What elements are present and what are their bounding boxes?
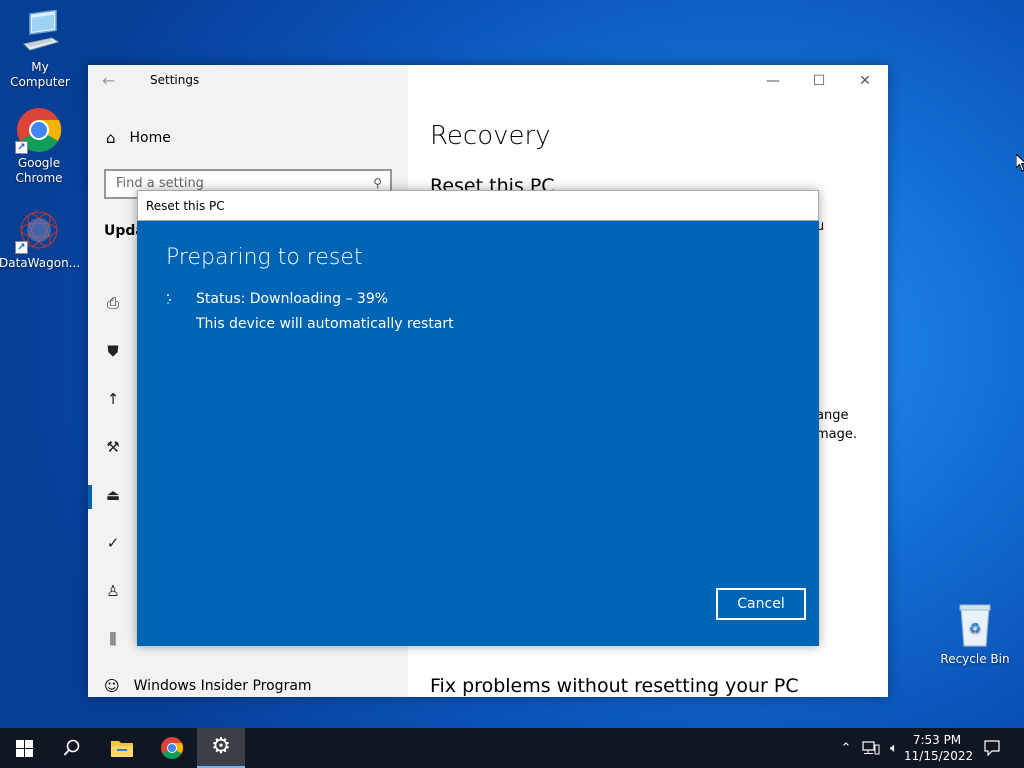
restart-note: This device will automatically restart (196, 316, 454, 332)
content-text-fragment: mage. (816, 427, 858, 442)
recycle-bin-icon: ♻ (951, 602, 999, 650)
backup-icon[interactable]: ↑ (104, 390, 122, 408)
nav-home[interactable]: ⌂ Home (106, 129, 171, 147)
troubleshoot-icon[interactable]: ⚒ (104, 438, 122, 456)
nav-item-windows-insider[interactable]: ☺ Windows Insider Program (104, 677, 312, 695)
settings-titlebar[interactable]: ← Settings (88, 65, 408, 97)
nav-active-indicator (88, 485, 92, 509)
dialog-titlebar[interactable]: Reset this PC (137, 190, 819, 221)
desktop-icon-recycle-bin[interactable]: ♻ Recycle Bin (935, 602, 1015, 667)
network-icon[interactable] (859, 728, 883, 768)
delivery-optimization-icon[interactable]: ⎙ (104, 294, 122, 312)
clock-date: 11/15/2022 (904, 749, 974, 763)
desktop-icon-label: Recycle Bin (940, 652, 1010, 666)
dialog-heading: Preparing to reset (166, 245, 363, 270)
for-developers-icon[interactable]: ⫼ (104, 630, 122, 648)
taskbar-settings[interactable]: ⚙ (197, 728, 245, 768)
content-text-fragment: ange (816, 408, 849, 423)
svg-text:♻: ♻ (969, 621, 982, 637)
dialog-body: Preparing to reset Status: Downloading –… (137, 221, 819, 646)
clock[interactable]: 7:53 PM 11/15/2022 (904, 732, 974, 764)
computer-icon (16, 9, 64, 58)
home-icon: ⌂ (106, 129, 116, 147)
shortcut-arrow-icon: ↗ (15, 241, 28, 254)
windows-security-icon[interactable]: ⛊ (104, 342, 122, 360)
desktop-icon-my-computer[interactable]: My Computer (0, 9, 80, 90)
windows-logo-icon (15, 739, 33, 757)
reset-pc-dialog: Reset this PC Preparing to reset Status:… (137, 190, 819, 646)
desktop-icon-label: My Computer (10, 60, 70, 89)
desktop-icon-datawagon[interactable]: ↗ DataWagon... (0, 206, 81, 271)
desktop-icon-label: DataWagon... (0, 256, 81, 270)
nav-home-label: Home (129, 130, 171, 146)
notification-center-icon[interactable] (978, 728, 1006, 768)
nav-item-label: Windows Insider Program (133, 678, 312, 694)
minimize-button[interactable]: — (750, 65, 796, 97)
chrome-icon (161, 737, 184, 759)
find-my-device-icon[interactable]: ♙ (104, 582, 122, 600)
volume-icon[interactable]: 🔈︎ (883, 728, 905, 768)
activation-icon[interactable]: ✓ (104, 534, 122, 552)
taskbar-chrome[interactable] (148, 728, 196, 768)
datawagon-icon: ↗ (15, 206, 63, 254)
gear-icon: ⚙ (211, 734, 231, 759)
maximize-button[interactable]: ☐ (796, 65, 842, 97)
folder-icon (111, 741, 133, 757)
close-button[interactable]: ✕ (842, 65, 888, 97)
fix-problems-heading: Fix problems without resetting your PC (430, 675, 799, 697)
clock-time: 7:53 PM (912, 733, 962, 747)
desktop-icon-google-chrome[interactable]: ↗ Google Chrome (0, 106, 79, 186)
cancel-button[interactable]: Cancel (716, 588, 806, 620)
start-button[interactable] (0, 728, 48, 768)
back-arrow-icon[interactable]: ← (102, 71, 115, 90)
insider-cat-icon: ☺ (104, 677, 120, 695)
status-text: Status: Downloading – 39% (196, 291, 389, 307)
search-icon: ⚲ (373, 176, 382, 190)
taskbar: ⚙ ⌃ 🔈︎ 7:53 PM 11/15/2022 (0, 728, 1024, 768)
taskbar-search-button[interactable] (48, 728, 96, 768)
search-placeholder: Find a setting (116, 176, 204, 191)
window-controls: — ☐ ✕ (750, 65, 888, 97)
mouse-cursor-icon (1015, 152, 1024, 176)
recovery-icon[interactable]: ⏏ (104, 486, 122, 504)
loading-spinner-icon (166, 293, 172, 305)
shortcut-arrow-icon: ↗ (15, 141, 28, 154)
desktop-icon-label: Google Chrome (15, 156, 63, 185)
settings-window-title: Settings (150, 73, 200, 87)
search-icon (63, 739, 80, 756)
chrome-icon: ↗ (15, 106, 63, 154)
show-hidden-icons-chevron-icon[interactable]: ⌃ (836, 728, 856, 768)
taskbar-file-explorer[interactable] (98, 728, 146, 768)
page-title: Recovery (430, 121, 551, 151)
